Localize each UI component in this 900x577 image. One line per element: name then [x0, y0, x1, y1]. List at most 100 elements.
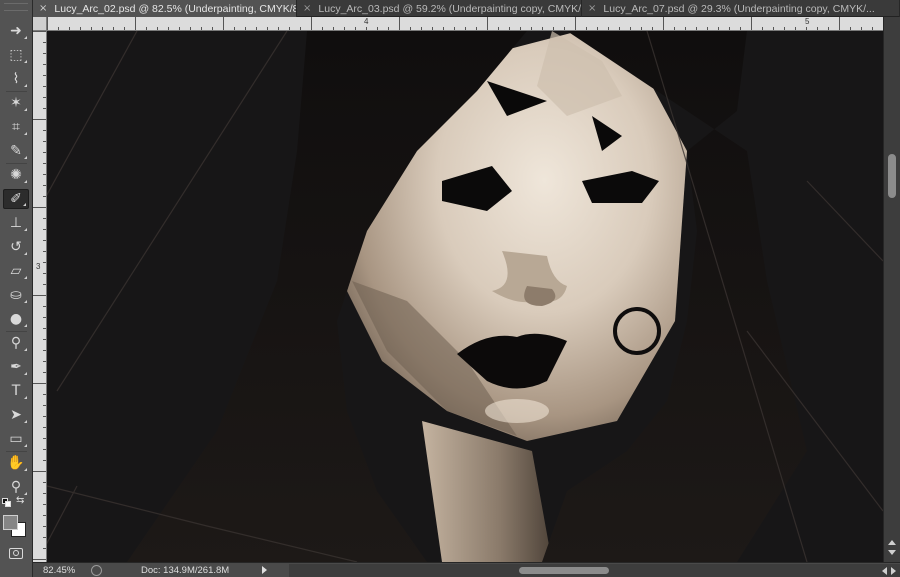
status-menu-arrow-icon[interactable]: [262, 566, 267, 574]
hand-icon: ✋: [7, 455, 25, 471]
horizontal-scrollbar[interactable]: [289, 564, 900, 577]
flyout-indicator-icon: [24, 276, 27, 279]
tab-title: Lucy_Arc_02.psd @ 82.5% (Underpainting, …: [54, 2, 297, 15]
type-tool[interactable]: T: [3, 381, 29, 401]
flyout-indicator-icon: [24, 156, 27, 159]
close-tab-icon[interactable]: ×: [39, 3, 47, 14]
brush-tool[interactable]: ✐: [3, 189, 29, 209]
clone-stamp-tool[interactable]: ⊥: [3, 213, 29, 233]
swap-colors-icon[interactable]: ⇆: [16, 495, 24, 506]
magic-wand-tool[interactable]: ✶: [3, 93, 29, 113]
crop-icon: ⌗: [12, 119, 20, 135]
ruler-origin[interactable]: [33, 17, 47, 31]
stamp-icon: ⊥: [9, 215, 23, 231]
flyout-indicator-icon: [24, 420, 27, 423]
flyout-indicator-icon: [24, 60, 27, 63]
scroll-up-arrow-icon[interactable]: [888, 540, 896, 545]
rectangle-icon: ▭: [9, 431, 23, 447]
paint-bucket-icon: ⛀: [10, 287, 22, 303]
flyout-indicator-icon: [24, 132, 27, 135]
tool-separator: [6, 163, 27, 164]
pen-icon: ✒: [10, 359, 22, 375]
vertical-scroll-thumb[interactable]: [888, 154, 896, 198]
quick-mask-icon: [9, 547, 23, 559]
flyout-indicator-icon: [24, 396, 27, 399]
document-canvas[interactable]: [47, 31, 883, 562]
history-brush-tool[interactable]: ↺: [3, 237, 29, 257]
scroll-down-arrow-icon[interactable]: [888, 550, 896, 555]
flyout-indicator-icon: [24, 36, 27, 39]
document-size: Doc: 134.9M/261.8M: [141, 565, 230, 576]
zoom-icon: ⚲: [10, 479, 22, 495]
crop-tool[interactable]: ⌗: [3, 117, 29, 137]
tool-separator: [6, 91, 27, 92]
rect-marquee-icon: ⬚: [9, 47, 23, 63]
history-brush-icon: ↺: [10, 239, 22, 255]
ruler-label: 4: [364, 17, 369, 26]
eraser-icon: ▱: [10, 263, 22, 279]
brush-icon: ✐: [10, 191, 22, 207]
eyedropper-icon: ✎: [10, 143, 22, 159]
healing-tool[interactable]: ✺: [3, 165, 29, 185]
toolbar-grip[interactable]: [4, 3, 28, 11]
flyout-indicator-icon: [24, 468, 27, 471]
lasso-tool[interactable]: ⌇: [3, 69, 29, 89]
artwork-lucy-underpainting: [47, 31, 883, 562]
flyout-indicator-icon: [24, 300, 27, 303]
type-icon: T: [11, 383, 21, 399]
rectangle-tool[interactable]: ▭: [3, 429, 29, 449]
dodge-tool[interactable]: ⚲: [3, 333, 29, 353]
vertical-ruler[interactable]: 3: [33, 31, 47, 562]
flyout-indicator-icon: [23, 203, 26, 206]
healing-brush-icon: ✺: [10, 167, 22, 183]
flyout-indicator-icon: [24, 108, 27, 111]
polygonal-lasso-icon: ⌇: [12, 71, 20, 87]
hand-tool[interactable]: ✋: [3, 453, 29, 473]
magic-wand-icon: ✶: [10, 95, 22, 111]
tool-separator: [6, 451, 27, 452]
tool-separator: [6, 331, 27, 332]
marquee-tool[interactable]: ⬚: [3, 45, 29, 65]
blur-drop-icon: ●: [9, 311, 23, 327]
flyout-indicator-icon: [24, 180, 27, 183]
dodge-icon: ⚲: [10, 335, 22, 351]
eraser-tool[interactable]: ▱: [3, 261, 29, 281]
status-info-icon[interactable]: [91, 565, 102, 576]
ruler-label: 3: [36, 262, 41, 271]
zoom-tool[interactable]: ⚲: [3, 477, 29, 497]
tab-lucy-arc-03[interactable]: × Lucy_Arc_03.psd @ 59.2% (Underpainting…: [297, 0, 582, 17]
eyedropper-tool[interactable]: ✎: [3, 141, 29, 161]
default-colors-icon[interactable]: [2, 498, 12, 508]
flyout-indicator-icon: [24, 372, 27, 375]
document-tab-bar: × Lucy_Arc_02.psd @ 82.5% (Underpainting…: [33, 0, 900, 17]
paint-bucket-tool[interactable]: ⛀: [3, 285, 29, 305]
vertical-scrollbar[interactable]: [883, 17, 900, 562]
scroll-right-arrow-icon[interactable]: [891, 567, 896, 575]
flyout-indicator-icon: [24, 492, 27, 495]
zoom-level[interactable]: 82.45%: [43, 565, 75, 576]
horizontal-scroll-thumb[interactable]: [519, 567, 609, 574]
close-tab-icon[interactable]: ×: [303, 3, 311, 14]
move-icon: ➜: [10, 23, 22, 39]
horizontal-ruler[interactable]: 4 5: [47, 17, 883, 31]
foreground-color-swatch[interactable]: [3, 515, 18, 530]
close-tab-icon[interactable]: ×: [588, 3, 596, 14]
scroll-left-arrow-icon[interactable]: [882, 567, 887, 575]
move-tool[interactable]: ➜: [3, 21, 29, 41]
flyout-indicator-icon: [24, 444, 27, 447]
blur-tool[interactable]: ●: [3, 309, 29, 329]
ruler-label: 5: [805, 17, 810, 26]
tab-lucy-arc-07[interactable]: × Lucy_Arc_07.psd @ 29.3% (Underpainting…: [582, 0, 900, 17]
quick-mask-button[interactable]: [3, 543, 29, 563]
tools-panel: ➜ ⬚ ⌇ ✶ ⌗ ✎ ✺ ✐ ⊥ ↺ ▱ ⛀ ● ⚲ ✒ T ➤ ▭ ✋ ⚲ ⇆: [0, 0, 33, 577]
flyout-indicator-icon: [24, 228, 27, 231]
tab-lucy-arc-02[interactable]: × Lucy_Arc_02.psd @ 82.5% (Underpainting…: [33, 0, 297, 17]
flyout-indicator-icon: [24, 324, 27, 327]
flyout-indicator-icon: [24, 348, 27, 351]
tab-title: Lucy_Arc_07.psd @ 29.3% (Underpainting c…: [603, 2, 875, 15]
path-selection-tool[interactable]: ➤: [3, 405, 29, 425]
status-bar: 82.45% Doc: 134.9M/261.8M: [33, 562, 900, 577]
pen-tool[interactable]: ✒: [3, 357, 29, 377]
flyout-indicator-icon: [24, 252, 27, 255]
flyout-indicator-icon: [24, 84, 27, 87]
